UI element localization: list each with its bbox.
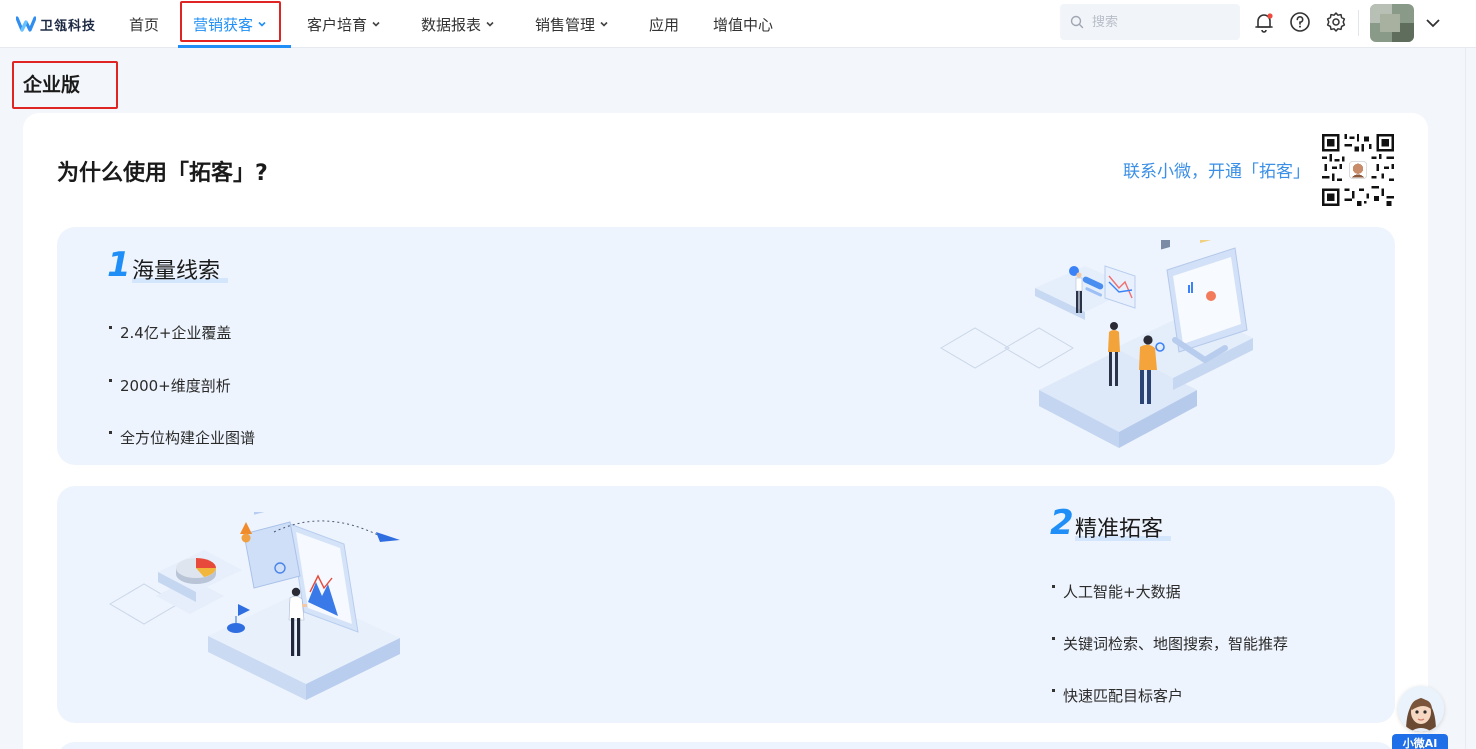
bullet-dot bbox=[109, 431, 112, 434]
assistant-avatar bbox=[1398, 686, 1444, 732]
search-icon bbox=[1070, 15, 1084, 29]
settings-icon bbox=[1326, 12, 1346, 32]
list-item-text: 全方位构建企业图谱 bbox=[120, 429, 256, 447]
assistant-label: 小微AI bbox=[1392, 734, 1448, 749]
nav-active-indicator bbox=[178, 45, 291, 48]
list-item: 快速匹配目标客户 bbox=[1052, 685, 1183, 706]
chevron-down-icon bbox=[486, 21, 494, 27]
logo-text: 卫瓴科技 bbox=[40, 18, 97, 34]
bullet-dot bbox=[109, 379, 112, 382]
list-item-text: 人工智能+大数据 bbox=[1063, 583, 1181, 601]
user-avatar[interactable] bbox=[1370, 4, 1414, 42]
list-item: 人工智能+大数据 bbox=[1052, 581, 1181, 602]
highlight-box-nav bbox=[180, 1, 281, 42]
search-box[interactable] bbox=[1060, 4, 1240, 40]
feature-panel-3 bbox=[57, 742, 1395, 749]
feature-title: 精准拓客 bbox=[1075, 517, 1164, 542]
leads-illustration-icon bbox=[940, 240, 1253, 448]
nav-item-label: 增值中心 bbox=[713, 15, 774, 34]
nav-item-label: 应用 bbox=[649, 15, 680, 34]
chevron-down-icon bbox=[600, 21, 608, 27]
bullet-dot bbox=[109, 326, 112, 329]
bullet-dot bbox=[1052, 689, 1055, 692]
list-item: 2.4亿+企业覆盖 bbox=[109, 322, 231, 343]
list-item-text: 关键词检索、地图搜索，智能推荐 bbox=[1063, 635, 1289, 653]
page-title: 企业版 bbox=[23, 74, 81, 96]
toolbar-divider bbox=[1358, 10, 1359, 36]
nav-item-value-added-center[interactable]: 增值中心 bbox=[713, 0, 773, 48]
nav-item-home[interactable]: 首页 bbox=[129, 0, 159, 48]
logo-icon bbox=[16, 16, 36, 32]
logo[interactable]: 卫瓴科技 bbox=[16, 12, 96, 36]
bullet-dot bbox=[1052, 585, 1055, 588]
feature-title: 海量线索 bbox=[132, 259, 221, 284]
list-item: 关键词检索、地图搜索，智能推荐 bbox=[1052, 633, 1288, 654]
list-item-text: 快速匹配目标客户 bbox=[1063, 687, 1184, 705]
feature-number: 2 bbox=[1050, 503, 1074, 543]
nav-item-label: 客户培育 bbox=[307, 15, 368, 34]
contact-link[interactable]: 联系小微，开通「拓客」 bbox=[1123, 157, 1310, 182]
nav-item-sales-management[interactable]: 销售管理 bbox=[535, 0, 609, 48]
nav-item-data-reports[interactable]: 数据报表 bbox=[421, 0, 495, 48]
bell-icon bbox=[1255, 13, 1273, 33]
list-item: 2000+维度剖析 bbox=[109, 375, 231, 396]
settings-button[interactable] bbox=[1324, 10, 1348, 34]
list-item-text: 2000+维度剖析 bbox=[120, 377, 231, 395]
ai-assistant-button[interactable]: 小微AI bbox=[1392, 686, 1448, 749]
qr-code-icon bbox=[1322, 134, 1394, 206]
list-item: 全方位构建企业图谱 bbox=[109, 427, 255, 448]
notifications-button[interactable] bbox=[1252, 10, 1276, 34]
nav-item-label: 数据报表 bbox=[421, 15, 482, 34]
scrollbar[interactable] bbox=[1465, 48, 1476, 749]
list-item-text: 2.4亿+企业覆盖 bbox=[120, 324, 232, 342]
nav-item-label: 首页 bbox=[129, 15, 160, 34]
chevron-down-icon[interactable] bbox=[1424, 14, 1442, 32]
search-input[interactable] bbox=[1092, 14, 1222, 30]
nav-item-label: 销售管理 bbox=[535, 15, 596, 34]
help-button[interactable] bbox=[1288, 10, 1312, 34]
section-heading: 为什么使用「拓客」? bbox=[57, 161, 268, 186]
feature-number: 1 bbox=[107, 245, 131, 285]
assistant-face-icon bbox=[1398, 686, 1444, 732]
nav-item-apps[interactable]: 应用 bbox=[649, 0, 679, 48]
nav-item-customer-nurture[interactable]: 客户培育 bbox=[307, 0, 381, 48]
help-icon bbox=[1290, 12, 1310, 32]
targeting-illustration-icon bbox=[109, 512, 400, 700]
bullet-dot bbox=[1052, 637, 1055, 640]
chevron-down-icon bbox=[372, 21, 380, 27]
